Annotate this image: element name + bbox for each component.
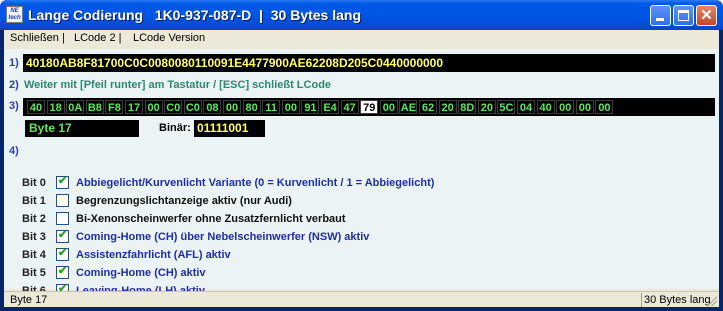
section-number-2: 2) <box>9 79 19 91</box>
menu-bar: Schließen | LCode 2 | LCode Version <box>4 30 719 48</box>
byte-cell[interactable]: 0A <box>66 100 85 114</box>
byte-cell[interactable]: B8 <box>85 100 104 114</box>
byte-cell[interactable]: 18 <box>46 100 65 114</box>
bit-name: Bit 4 <box>22 249 46 261</box>
bit-checkbox[interactable]: ✔ <box>56 265 69 279</box>
bit-name: Bit 0 <box>22 177 46 189</box>
bit-name: Bit 2 <box>22 213 46 225</box>
client-area: Schließen | LCode 2 | LCode Version 1) 4… <box>4 30 719 307</box>
byte-cell[interactable]: C0 <box>164 100 183 114</box>
byte-cell[interactable]: 91 <box>301 100 320 114</box>
status-selected-byte: Byte 17 <box>10 294 48 306</box>
byte-cell[interactable]: 20 <box>477 100 496 114</box>
binar-label: Binär: <box>159 122 191 134</box>
close-button[interactable]: ✕ <box>696 5 717 26</box>
byte-cell[interactable]: C0 <box>183 100 202 114</box>
coding-panel: 1) 40180AB8F81700C0C0080080110091E447790… <box>4 49 719 297</box>
status-byte-count: 30 Bytes lang <box>644 294 711 306</box>
byte-cell[interactable]: 00 <box>575 100 594 114</box>
binar-value: 01111001 <box>194 120 265 137</box>
byte-cell[interactable]: 08 <box>203 100 222 114</box>
bit-checkbox[interactable] <box>56 212 69 225</box>
byte-cell[interactable]: 40 <box>27 100 46 114</box>
checkmark-icon: ✔ <box>58 175 68 187</box>
menu-item-lcode-version[interactable]: LCode Version <box>133 32 205 44</box>
byte-cell[interactable]: 8D <box>458 100 477 114</box>
checkmark-icon: ✔ <box>58 265 68 277</box>
section-number-4: 4) <box>9 145 19 157</box>
menu-item-schliessen[interactable]: Schließen | <box>10 32 65 44</box>
byte-cell[interactable]: 62 <box>419 100 438 114</box>
byte-cell[interactable]: 04 <box>517 100 536 114</box>
byte-cell[interactable]: F8 <box>105 100 124 114</box>
bit-checkbox[interactable]: ✔ <box>56 175 69 189</box>
bit-name: Bit 1 <box>22 195 46 207</box>
byte-cell[interactable]: 00 <box>281 100 300 114</box>
minimize-icon <box>656 18 664 21</box>
maximize-icon <box>678 10 689 21</box>
bit-description[interactable]: Bi-Xenonscheinwerfer ohne Zusatzfernlich… <box>76 213 346 225</box>
title-bar[interactable]: NE tech Lange Codierung 1K0-937-087-D | 3… <box>0 0 723 30</box>
close-icon: ✕ <box>700 7 713 24</box>
byte-cell[interactable]: 11 <box>262 100 281 114</box>
bit-checkbox[interactable]: ✔ <box>56 247 69 261</box>
byte-cell[interactable]: E4 <box>321 100 340 114</box>
byte-cell[interactable]: 20 <box>438 100 457 114</box>
bit-description[interactable]: Coming-Home (CH) über Nebelscheinwerfer … <box>76 231 369 243</box>
section-number-1: 1) <box>9 57 19 69</box>
bit-name: Bit 5 <box>22 267 46 279</box>
bit-description[interactable]: Begrenzungslichtanzeige aktiv (nur Audi) <box>76 195 292 207</box>
byte-cell[interactable]: 5C <box>497 100 516 114</box>
byte-cell[interactable]: 40 <box>536 100 555 114</box>
bit-checkbox[interactable]: ✔ <box>56 229 69 243</box>
application-window: NE tech Lange Codierung 1K0-937-087-D | 3… <box>0 0 723 311</box>
bit-name: Bit 3 <box>22 231 46 243</box>
byte-cell[interactable]: 00 <box>595 100 614 114</box>
selected-byte-label: Byte 17 <box>25 120 139 137</box>
coding-string-field[interactable]: 40180AB8F81700C0C0080080110091E4477900AE… <box>23 54 715 72</box>
bit-checkbox[interactable] <box>56 194 69 207</box>
status-bar: Byte 17 30 Bytes lang <box>4 291 719 307</box>
menu-item-lcode2[interactable]: LCode 2 | <box>74 32 122 44</box>
byte-cell[interactable]: 79 <box>360 100 379 114</box>
checkmark-icon: ✔ <box>58 229 68 241</box>
minimize-button[interactable] <box>650 5 671 26</box>
bit-description[interactable]: Coming-Home (CH) aktiv <box>76 267 206 279</box>
app-icon[interactable]: NE tech <box>6 6 23 23</box>
byte-cell[interactable]: AE <box>399 100 418 114</box>
checkmark-icon: ✔ <box>58 247 68 259</box>
byte-cell[interactable]: 00 <box>144 100 163 114</box>
maximize-button[interactable] <box>673 5 694 26</box>
byte-cell[interactable]: 80 <box>242 100 261 114</box>
byte-cell[interactable]: 17 <box>125 100 144 114</box>
byte-grid: 40 18 0A B8 F8 17 00 C0 C0 08 00 80 11 00 91 E4 47 79 00 AE… <box>23 98 715 116</box>
status-separator <box>641 293 642 307</box>
section-number-3: 3) <box>9 100 19 112</box>
window-title: Lange Codierung 1K0-937-087-D | 30 Bytes… <box>28 7 362 23</box>
bit-description[interactable]: Assistenzfahrlicht (AFL) aktiv <box>76 249 231 261</box>
keyboard-hint: Weiter mit [Pfeil runter] am Tastatur / … <box>24 79 332 91</box>
byte-cell[interactable]: 00 <box>223 100 242 114</box>
byte-cell[interactable]: 00 <box>379 100 398 114</box>
byte-cell[interactable]: 47 <box>340 100 359 114</box>
bit-description[interactable]: Abbiegelicht/Kurvenlicht Variante (0 = K… <box>76 177 434 189</box>
byte-cell[interactable]: 00 <box>556 100 575 114</box>
resize-grip-icon[interactable] <box>707 296 717 306</box>
